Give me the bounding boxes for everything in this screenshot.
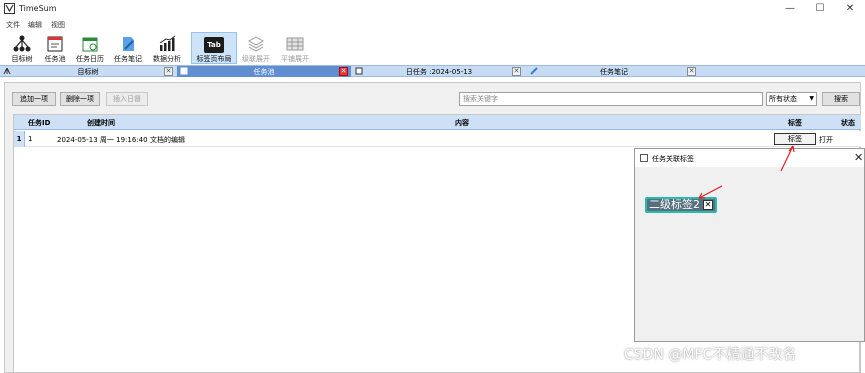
annotation-arrow: [780, 145, 794, 172]
annotation-arrow: [698, 185, 723, 199]
watermark-text: CSDN @MFC不精通不改名: [624, 347, 797, 363]
annotation-arrows: [698, 145, 795, 199]
app-window: TimeSum — ☐ ✕ 文件 编辑 视图 目标树 任务池 任务日历 任务笔记…: [0, 0, 865, 373]
